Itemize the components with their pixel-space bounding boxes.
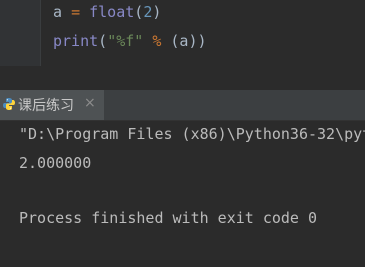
open-paren: ( — [98, 32, 108, 50]
format-string: "%f" — [107, 32, 144, 50]
run-tool-window-header: 课后练习 × — [0, 90, 365, 121]
python-icon — [3, 98, 15, 110]
variable-a: a — [53, 3, 63, 21]
console-exit-line: Process finished with exit code 0 — [19, 209, 318, 227]
print-builtin: print — [53, 32, 99, 50]
number-literal: 2 — [143, 3, 153, 21]
console-output-line: 2.000000 — [19, 154, 92, 172]
panel-gap — [0, 66, 365, 90]
run-tab-label: 课后练习 — [18, 98, 74, 114]
close-paren: ) — [197, 32, 207, 50]
code-line-2[interactable]: print("%f" % (a)) — [53, 32, 207, 50]
code-line-1[interactable]: a = float(2) — [53, 3, 161, 21]
close-paren: ) — [152, 3, 162, 21]
close-icon[interactable]: × — [84, 95, 96, 111]
line-gutter — [0, 0, 40, 66]
console-output[interactable]: "D:\Program Files (x86)\Python36-32\pyt … — [0, 121, 365, 267]
assign-operator: = — [71, 3, 81, 21]
code-editor[interactable]: a = float(2) print("%f" % (a)) — [0, 0, 365, 66]
run-tab[interactable]: 课后练习 × — [0, 90, 104, 120]
open-paren: ( — [134, 3, 144, 21]
float-builtin: float — [89, 3, 135, 21]
format-args: (a) — [170, 32, 198, 50]
modulo-operator: % — [152, 32, 162, 50]
gutter-divider — [40, 0, 41, 66]
console-command-line: "D:\Program Files (x86)\Python36-32\pyt — [19, 125, 365, 143]
